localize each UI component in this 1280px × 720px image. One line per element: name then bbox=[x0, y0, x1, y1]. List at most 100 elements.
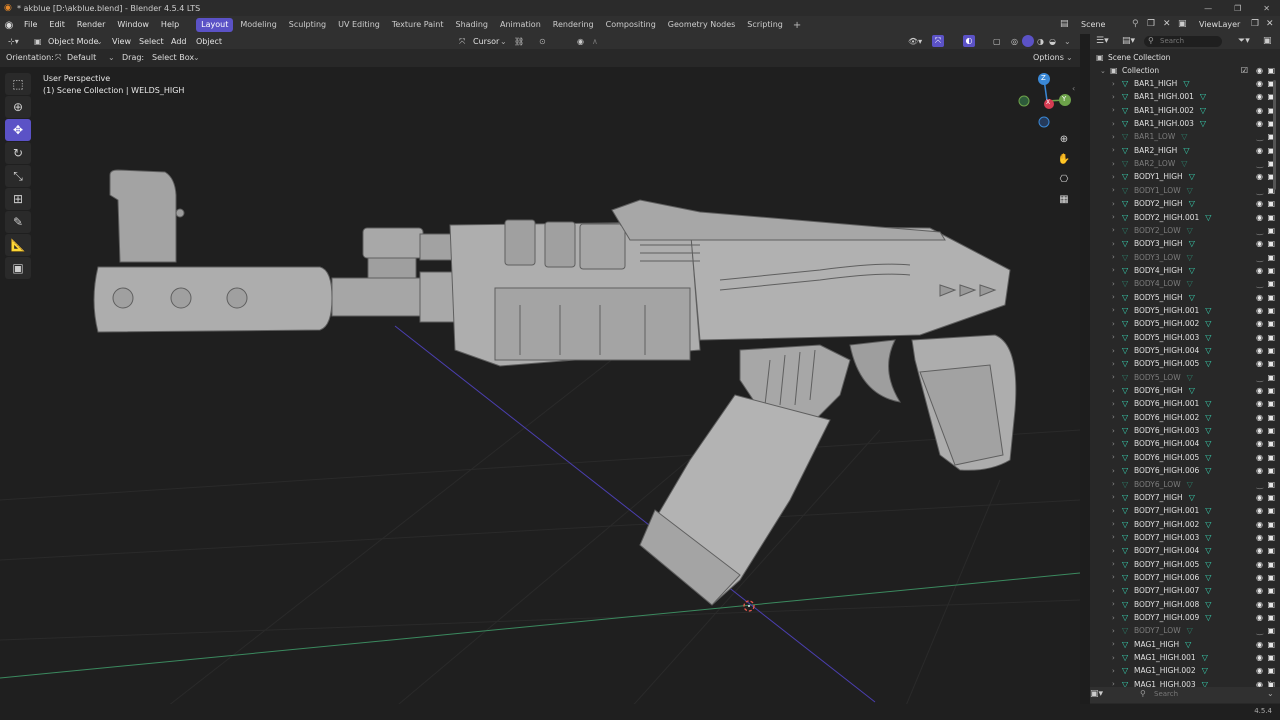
expand-icon[interactable]: › bbox=[1112, 547, 1122, 555]
view-layer-name[interactable]: ViewLayer bbox=[1199, 16, 1240, 34]
outliner-item[interactable]: › ▽ BODY5_HIGH.002 ▽ ◉ ▣ bbox=[1090, 317, 1280, 330]
outliner-item[interactable]: › ▽ BODY6_HIGH.006 ▽ ◉ ▣ bbox=[1090, 464, 1280, 477]
camera-icon[interactable]: ▣ bbox=[1267, 413, 1275, 422]
outliner-item[interactable]: › ▽ BODY2_HIGH ▽ ◉ ▣ bbox=[1090, 197, 1280, 210]
camera-icon[interactable]: ▣ bbox=[1267, 493, 1275, 502]
tab-layout[interactable]: Layout bbox=[196, 18, 234, 32]
drag-dropdown[interactable]: Select Box bbox=[152, 49, 194, 67]
viewport-3d[interactable] bbox=[0, 67, 1080, 720]
expand-icon[interactable]: › bbox=[1112, 533, 1122, 541]
outliner-item[interactable]: › ▽ BODY5_LOW ▽ ‿ ▣ bbox=[1090, 371, 1280, 384]
camera-icon[interactable]: ▣ bbox=[1267, 359, 1275, 368]
outliner-item[interactable]: › ▽ BODY1_HIGH ▽ ◉ ▣ bbox=[1090, 170, 1280, 183]
eye-icon[interactable]: ◉ bbox=[1256, 386, 1263, 395]
expand-icon[interactable]: › bbox=[1112, 507, 1122, 515]
solid-shading-icon[interactable] bbox=[1022, 35, 1034, 47]
eye-icon[interactable]: ◉ bbox=[1256, 359, 1263, 368]
outliner-item[interactable]: › ▽ BODY1_LOW ▽ ‿ ▣ bbox=[1090, 184, 1280, 197]
camera-icon[interactable]: ▣ bbox=[1267, 66, 1275, 75]
visibility-icon[interactable]: 👁▾ bbox=[908, 34, 922, 49]
expand-icon[interactable]: › bbox=[1112, 253, 1122, 261]
scene-icon[interactable]: ▤ bbox=[1060, 19, 1069, 29]
tab-uv-editing[interactable]: UV Editing bbox=[333, 18, 385, 32]
tab-sculpting[interactable]: Sculpting bbox=[284, 18, 331, 32]
annotate-tool-icon[interactable]: ✎ bbox=[5, 211, 31, 233]
mesh-data-icon[interactable]: ▽ bbox=[1189, 386, 1195, 395]
eye-closed-icon[interactable]: ‿ bbox=[1257, 480, 1263, 489]
mesh-data-icon[interactable]: ▽ bbox=[1189, 493, 1195, 502]
camera-icon[interactable]: ▣ bbox=[1267, 333, 1275, 342]
menu-window[interactable]: Window bbox=[111, 16, 155, 34]
expand-icon[interactable]: › bbox=[1112, 627, 1122, 635]
orientation-dropdown[interactable]: Default bbox=[67, 49, 96, 67]
camera-icon[interactable]: ▣ bbox=[1267, 253, 1275, 262]
outliner-item[interactable]: › ▽ BAR1_HIGH.001 ▽ ◉ ▣ bbox=[1090, 90, 1280, 103]
mesh-data-icon[interactable]: ▽ bbox=[1187, 373, 1193, 382]
expand-icon[interactable]: ⌄ bbox=[1100, 67, 1110, 75]
eye-closed-icon[interactable]: ‿ bbox=[1257, 373, 1263, 382]
expand-icon[interactable]: › bbox=[1112, 614, 1122, 622]
falloff-icon[interactable]: ∧ bbox=[592, 34, 598, 49]
expand-icon[interactable]: › bbox=[1112, 240, 1122, 248]
mode-selector[interactable]: Object Mode bbox=[48, 34, 98, 49]
outliner-item[interactable]: › ▽ BODY3_LOW ▽ ‿ ▣ bbox=[1090, 251, 1280, 264]
outliner-collection[interactable]: ⌄ ▣ Collection ☑ ◉ ▣ bbox=[1090, 64, 1280, 77]
expand-icon[interactable]: › bbox=[1112, 106, 1122, 114]
camera-icon[interactable]: ▣ bbox=[1267, 373, 1275, 382]
expand-icon[interactable]: › bbox=[1112, 573, 1122, 581]
eye-icon[interactable]: ◉ bbox=[1256, 306, 1263, 315]
eye-icon[interactable]: ◉ bbox=[1256, 560, 1263, 569]
camera-icon[interactable]: ▣ bbox=[1267, 626, 1275, 635]
camera-icon[interactable]: ▣ bbox=[1267, 199, 1275, 208]
snap-icon[interactable]: ⊙ bbox=[539, 34, 546, 49]
expand-icon[interactable]: › bbox=[1112, 560, 1122, 568]
view-layer-icon[interactable]: ▣ bbox=[1178, 19, 1187, 29]
outliner-item[interactable]: › ▽ BODY5_HIGH ▽ ◉ ▣ bbox=[1090, 291, 1280, 304]
eye-icon[interactable]: ◉ bbox=[1256, 439, 1263, 448]
scale-tool-icon[interactable]: ⤡ bbox=[5, 165, 31, 187]
mesh-data-icon[interactable]: ▽ bbox=[1205, 520, 1211, 529]
navigation-gizmo[interactable]: Z Y X bbox=[1014, 70, 1074, 130]
menu-select[interactable]: Select bbox=[139, 34, 164, 49]
mesh-data-icon[interactable]: ▽ bbox=[1205, 399, 1211, 408]
mesh-data-icon[interactable]: ▽ bbox=[1205, 466, 1211, 475]
eye-icon[interactable]: ◉ bbox=[1256, 613, 1263, 622]
expand-icon[interactable]: › bbox=[1112, 453, 1122, 461]
mesh-data-icon[interactable]: ▽ bbox=[1189, 266, 1195, 275]
outliner-item[interactable]: › ▽ BAR1_LOW ▽ ‿ ▣ bbox=[1090, 130, 1280, 143]
menu-add[interactable]: Add bbox=[171, 34, 187, 49]
eye-closed-icon[interactable]: ‿ bbox=[1257, 226, 1263, 235]
tab-rendering[interactable]: Rendering bbox=[548, 18, 599, 32]
tab-scripting[interactable]: Scripting bbox=[742, 18, 788, 32]
mesh-data-icon[interactable]: ▽ bbox=[1189, 239, 1195, 248]
eye-icon[interactable]: ◉ bbox=[1256, 413, 1263, 422]
eye-closed-icon[interactable]: ‿ bbox=[1257, 186, 1263, 195]
outliner-item[interactable]: › ▽ BODY2_LOW ▽ ‿ ▣ bbox=[1090, 224, 1280, 237]
expand-icon[interactable]: › bbox=[1112, 293, 1122, 301]
eye-icon[interactable]: ◉ bbox=[1256, 293, 1263, 302]
add-workspace-icon[interactable]: + bbox=[793, 20, 801, 31]
outliner-scrollbar[interactable] bbox=[1273, 80, 1276, 190]
filter-icon[interactable]: ⏷▾ bbox=[1238, 36, 1250, 46]
menu-render[interactable]: Render bbox=[71, 16, 111, 34]
eye-icon[interactable]: ◉ bbox=[1256, 520, 1263, 529]
pivot-icon[interactable]: ⤧ bbox=[459, 34, 465, 49]
expand-icon[interactable]: › bbox=[1112, 373, 1122, 381]
menu-help[interactable]: Help bbox=[155, 16, 185, 34]
camera-icon[interactable]: ▣ bbox=[1267, 653, 1275, 662]
outliner-item[interactable]: › ▽ BAR1_HIGH ▽ ◉ ▣ bbox=[1090, 77, 1280, 90]
eye-icon[interactable]: ◉ bbox=[1256, 119, 1263, 128]
chevron-down-icon[interactable]: ⌄ bbox=[1267, 689, 1274, 698]
eye-icon[interactable]: ◉ bbox=[1256, 333, 1263, 342]
eye-icon[interactable]: ◉ bbox=[1256, 533, 1263, 542]
mesh-data-icon[interactable]: ▽ bbox=[1187, 279, 1193, 288]
transform-pivot-label[interactable]: Cursor bbox=[473, 34, 499, 49]
camera-icon[interactable]: ▣ bbox=[1267, 506, 1275, 515]
outliner-item[interactable]: › ▽ BODY6_HIGH.001 ▽ ◉ ▣ bbox=[1090, 397, 1280, 410]
new-scene-icon[interactable]: ❐ bbox=[1147, 19, 1155, 29]
expand-icon[interactable]: › bbox=[1112, 93, 1122, 101]
mesh-data-icon[interactable]: ▽ bbox=[1205, 453, 1211, 462]
mesh-data-icon[interactable]: ▽ bbox=[1205, 573, 1211, 582]
pan-hand-icon[interactable]: ✋ bbox=[1057, 150, 1071, 170]
outliner-item[interactable]: › ▽ BODY7_HIGH.007 ▽ ◉ ▣ bbox=[1090, 584, 1280, 597]
